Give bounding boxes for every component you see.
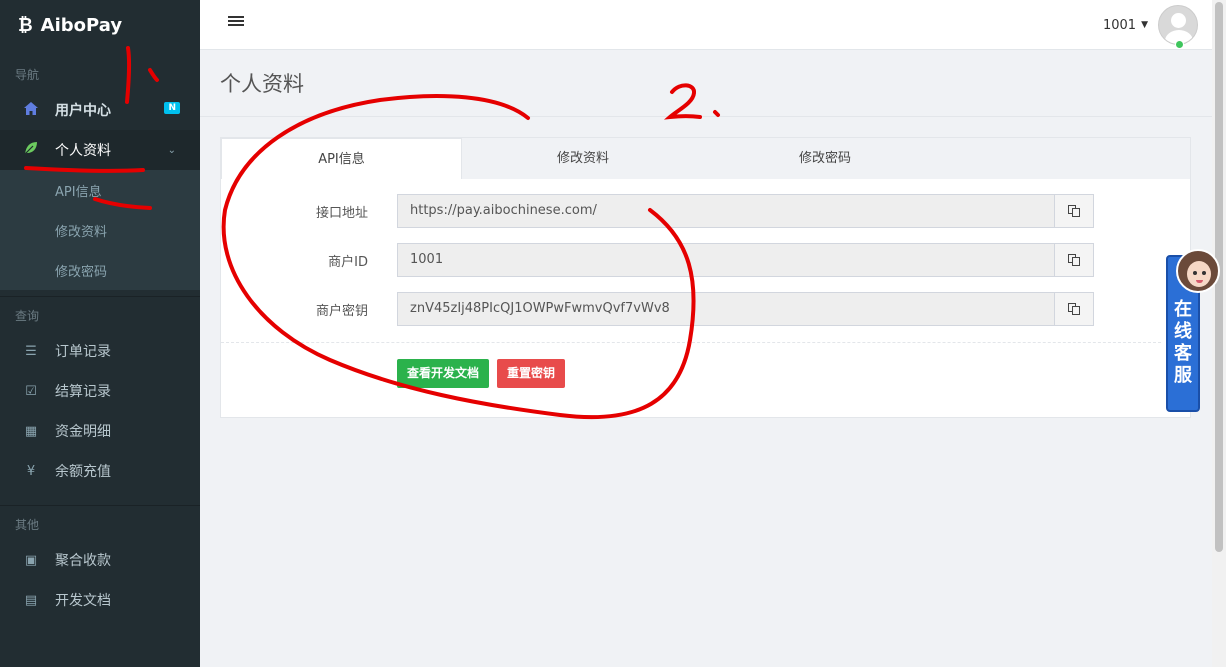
online-status-dot [1175,40,1184,49]
list-icon: ☰ [25,343,37,359]
sidebar-item-funds[interactable]: ▦ 资金明细 [0,411,200,451]
api-url-field[interactable]: https://pay.aibochinese.com/ [397,194,1055,228]
user-menu[interactable]: 1001 ▼ [1102,5,1198,49]
sidebar-item-settlements[interactable]: ☑ 结算记录 [0,371,200,411]
sidebar: ₿ AiboPay 导航 用户中心 N 个人资料 ⌄ API信息 修改资料 修改… [0,0,200,667]
tab-change-password[interactable]: 修改密码 [704,138,946,179]
reset-key-button[interactable]: 重置密钥 [497,359,566,388]
merchant-key-field[interactable]: znV45zIj48PIcQJ1OWPwFwmvQvf7vWv8 [397,292,1055,326]
user-id: 1001 [1102,17,1137,33]
form-row-merchant-id: 商户ID 1001 [221,243,1190,277]
brand-logo[interactable]: ₿ AiboPay [0,0,200,50]
sidebar-item-profile[interactable]: 个人资料 ⌄ [0,130,200,170]
sidebar-item-change-password[interactable]: 修改密码 [0,250,200,290]
form-divider [221,342,1161,343]
copy-icon [1068,254,1080,266]
sidebar-item-label: 用户中心 [55,103,111,119]
sidebar-item-label: 聚合收款 [55,553,111,569]
profile-submenu: API信息 修改资料 修改密码 [0,170,200,290]
copy-icon [1068,303,1080,315]
sidebar-item-label: 资金明细 [55,424,111,440]
sidebar-divider [0,505,200,506]
tab-api-info[interactable]: API信息 [221,138,462,179]
merchant-id-field[interactable]: 1001 [397,243,1055,277]
yen-icon: ¥ [26,463,36,479]
page-title: 个人资料 [220,72,304,96]
sidebar-item-label: 订单记录 [55,344,111,360]
copy-button[interactable] [1055,194,1094,228]
caret-down-icon: ▼ [1141,20,1148,30]
menu-toggle-icon[interactable] [228,16,244,30]
bitcoin-icon: ₿ [18,14,33,36]
sidebar-item-dev-docs[interactable]: ▤ 开发文档 [0,580,200,620]
profile-card: API信息 修改资料 修改密码 接口地址 https://pay.aibochi… [220,137,1191,418]
tab-edit-profile[interactable]: 修改资料 [462,138,704,179]
nav-section-header: 导航 [15,68,40,82]
brand-name: AiboPay [40,14,123,36]
new-badge: N [164,102,180,114]
qrcode-icon: ▣ [24,552,38,568]
sidebar-item-recharge[interactable]: ¥ 余额充值 [0,451,200,491]
nav-section-header: 查询 [15,309,40,323]
form-row-api-url: 接口地址 https://pay.aibochinese.com/ [221,194,1190,228]
book-icon: ▤ [24,592,38,608]
nav-section-header: 其他 [15,518,40,532]
sidebar-item-label: 结算记录 [55,384,111,400]
page-header: 个人资料 [200,51,1212,117]
copy-button[interactable] [1055,243,1094,277]
check-square-icon: ☑ [25,383,37,399]
copy-button[interactable] [1055,292,1094,326]
field-label: 商户ID [328,255,368,270]
sidebar-item-edit-profile[interactable]: 修改资料 [0,210,200,250]
sidebar-item-api-info[interactable]: API信息 [0,170,200,210]
online-service-label: 在线客服 [1174,299,1192,386]
avatar[interactable] [1158,5,1198,45]
tab-bar: API信息 修改资料 修改密码 [221,138,1190,179]
service-agent-avatar[interactable] [1176,249,1220,293]
form-row-merchant-key: 商户密钥 znV45zIj48PIcQJ1OWPwFwmvQvf7vWv8 [221,292,1190,326]
field-label: 接口地址 [315,206,368,221]
sidebar-divider [0,296,200,297]
calendar-icon: ▦ [24,423,38,439]
page-scrollbar[interactable] [1212,0,1226,667]
copy-icon [1068,205,1080,217]
field-label: 商户密钥 [315,304,368,319]
sidebar-item-label: 余额充值 [55,464,111,480]
chevron-down-icon: ⌄ [167,144,176,156]
view-docs-button[interactable]: 查看开发文档 [397,359,490,388]
leaf-icon [22,141,40,159]
sidebar-item-label: 开发文档 [55,593,111,609]
sidebar-item-user-center[interactable]: 用户中心 N [0,90,200,130]
sidebar-item-label: 个人资料 [55,143,111,159]
sidebar-item-orders[interactable]: ☰ 订单记录 [0,331,200,371]
top-bar: 1001 ▼ [200,0,1212,50]
sidebar-item-aggregate-payment[interactable]: ▣ 聚合收款 [0,540,200,580]
home-icon [22,101,40,119]
